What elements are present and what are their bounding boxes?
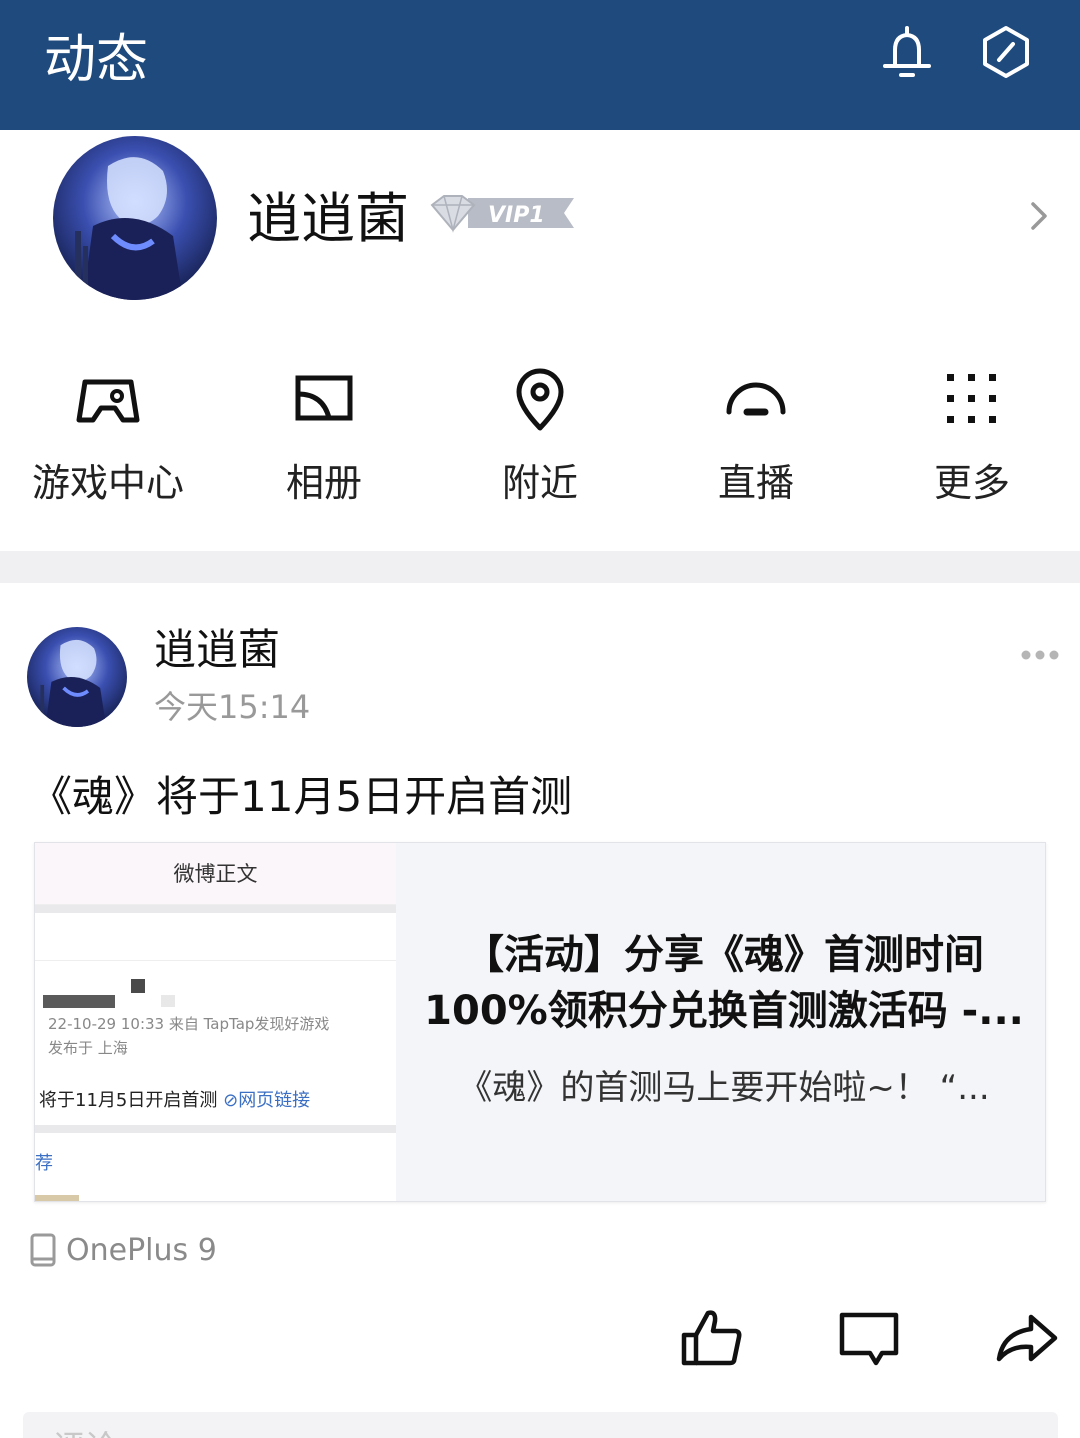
thumbnail-link: ⊘网页链接 [223,1090,311,1111]
post-text: 《魂》将于11月5日开启首测 [30,772,573,821]
comment-input[interactable]: 评论 [23,1412,1058,1438]
quick-action-live[interactable]: 直播 [648,350,864,520]
bell-icon[interactable] [877,22,937,82]
page-title: 动态 [44,30,149,90]
phone-icon [30,1233,56,1267]
link-card-title[interactable]: 【活动】分享《魂》首测时间100%领积分兑换首测激活码 -... [419,927,1029,1039]
thumbnail-header: 微博正文 [35,843,396,905]
quick-action-more[interactable]: 更多 [864,350,1080,520]
comment-button[interactable] [836,1305,902,1371]
blurred-mark [131,979,145,993]
vip-label: VIP1 [488,203,545,228]
avatar[interactable] [53,136,217,300]
post-author-name[interactable]: 逍逍菌 [154,623,280,677]
profile-name[interactable]: 逍逍菌 [247,186,409,252]
thumbnail-image-strip [35,1195,79,1201]
thumbnail-recommend: 荐 [35,1153,53,1174]
thumbnail-divider [35,1125,396,1133]
thumbnail-location: 发布于 上海 [48,1039,128,1057]
feed-post: 逍逍菌 今天15:14 《魂》将于11月5日开启首测 微博正文 22-10-29… [0,583,1080,1438]
grid-dots-icon [947,374,996,423]
section-divider [0,551,1080,583]
hexagon-badge-icon[interactable] [976,22,1036,82]
thumbnail-link-label: 网页链接 [238,1090,311,1111]
thumbnail-blank-row [35,913,396,961]
blurred-username [43,995,115,1008]
link-card-description: 《魂》的首测马上要开始啦~！ “... [458,1068,990,1108]
quick-action-label: 更多 [933,461,1010,505]
like-button[interactable] [678,1305,744,1371]
top-bar: 动态 [0,0,1080,130]
quick-action-game-center[interactable]: 游戏中心 [0,350,216,520]
thumbnail-meta: 22-10-29 10:33 来自 TapTap发现好游戏 [48,1015,330,1033]
shared-link-card[interactable]: 微博正文 22-10-29 10:33 来自 TapTap发现好游戏 发布于 上… [34,842,1046,1202]
album-icon [295,375,353,421]
quick-action-label: 相册 [285,461,362,505]
profile-row[interactable]: 逍逍菌 VIP1 [0,130,1080,320]
gamepad-icon [76,379,140,423]
thumbnail-divider [35,905,396,913]
quick-action-label: 直播 [717,461,794,505]
thumbnail-text-main: 将于11月5日开启首测 [39,1090,218,1111]
quick-action-album[interactable]: 相册 [216,350,432,520]
vip-badge: VIP1 [430,195,574,233]
link-thumbnail: 微博正文 22-10-29 10:33 来自 TapTap发现好游戏 发布于 上… [35,843,396,1201]
thumbnail-text: 将于11月5日开启首测 ⊘网页链接 [39,1086,310,1112]
blurred-mark [161,995,175,1007]
post-timestamp: 今天15:14 [154,688,311,726]
quick-actions: 游戏中心 相册 附近 直播 更多 [0,350,1080,520]
more-options-icon[interactable] [1020,647,1060,663]
live-icon [726,382,786,416]
quick-action-nearby[interactable]: 附近 [432,350,648,520]
quick-action-label: 游戏中心 [31,461,184,505]
comment-placeholder: 评论 [53,1422,117,1438]
location-pin-icon [516,368,564,431]
quick-action-label: 附近 [501,461,578,505]
share-button[interactable] [993,1305,1059,1371]
post-author-avatar[interactable] [27,627,127,727]
device-name: OnePlus 9 [66,1233,217,1268]
chevron-right-icon[interactable] [1024,196,1054,236]
